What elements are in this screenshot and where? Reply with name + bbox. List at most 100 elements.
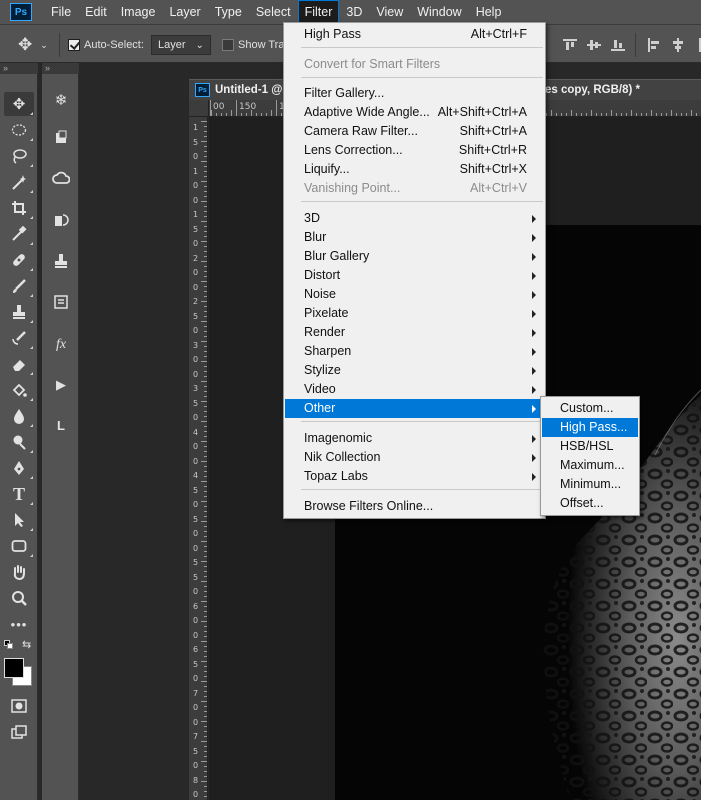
menu-select[interactable]: Select (249, 0, 298, 24)
history-brush-tool-icon[interactable] (4, 326, 34, 350)
healing-brush-tool-icon[interactable] (4, 248, 34, 272)
pen-tool-icon[interactable] (4, 456, 34, 480)
align-right-icon[interactable] (694, 38, 701, 52)
ruler-minor-tick (204, 186, 207, 187)
ruler-origin[interactable] (189, 100, 209, 117)
vertical-ruler[interactable]: 1 5 0 1 0 0 1 5 0 2 0 0 2 5 0 3 0 0 3 5 0 4 0 0 4 5 0 5 0 0 5 5 0 6 0 0 6 5 0 7… (189, 117, 208, 800)
history-panel-icon[interactable] (48, 207, 74, 233)
screen-mode-icon[interactable] (4, 720, 34, 744)
ruler-minor-tick (204, 471, 207, 472)
menu-layer[interactable]: Layer (162, 0, 207, 24)
other-submenu-item-custom[interactable]: Custom... (542, 399, 638, 418)
menu-view[interactable]: View (369, 0, 410, 24)
align-horizontal-center-icon[interactable] (671, 38, 685, 52)
panel-collapse-handle[interactable]: » (42, 63, 79, 74)
filter-menu-item-lens-correction[interactable]: Lens Correction... Shift+Ctrl+R (285, 141, 544, 160)
filter-menu-item-nik-collection[interactable]: Nik Collection (285, 448, 544, 467)
photoshop-document-icon: Ps (195, 83, 210, 97)
menu-3d[interactable]: 3D (339, 0, 369, 24)
ruler-label: 0 (193, 369, 199, 379)
filter-menu-item-camera-raw-filter[interactable]: Camera Raw Filter... Shift+Ctrl+A (285, 122, 544, 141)
auto-select-target-dropdown[interactable]: Layer ⌄ (151, 35, 211, 55)
path-selection-tool-icon[interactable] (4, 508, 34, 532)
toolbar-collapse-handle[interactable]: » (0, 63, 38, 74)
ruler-minor-tick (201, 161, 207, 162)
ruler-label: 5 (193, 224, 199, 234)
crop-tool-icon[interactable] (4, 196, 34, 220)
filter-menu-item-video[interactable]: Video (285, 380, 544, 399)
foreground-color-swatch[interactable] (4, 658, 24, 678)
other-submenu-item-hsb-hsl[interactable]: HSB/HSL (542, 437, 638, 456)
menu-help[interactable]: Help (469, 0, 509, 24)
ruler-label: 1 (193, 166, 199, 176)
dodge-tool-icon[interactable] (4, 430, 34, 454)
menu-type[interactable]: Type (208, 0, 249, 24)
menu-filter[interactable]: Filter (297, 0, 340, 24)
filter-menu-item-imagenomic[interactable]: Imagenomic (285, 429, 544, 448)
ruler-minor-tick (281, 113, 282, 116)
align-left-icon[interactable] (647, 38, 661, 52)
ruler-minor-tick (204, 256, 207, 257)
align-top-icon[interactable] (563, 38, 577, 52)
filter-menu-item-high-pass[interactable]: High Pass Alt+Ctrl+F (285, 25, 544, 44)
align-vertical-center-icon[interactable] (587, 38, 601, 52)
filter-menu-item-adaptive-wide-angle[interactable]: Adaptive Wide Angle... Alt+Shift+Ctrl+A (285, 103, 544, 122)
filter-menu-item-pixelate[interactable]: Pixelate (285, 304, 544, 323)
paint-bucket-tool-icon[interactable] (4, 378, 34, 402)
other-submenu-item-maximum[interactable]: Maximum... (542, 456, 638, 475)
move-tool-preset-icon[interactable]: ✥ ⌄ (18, 35, 48, 55)
eyedropper-tool-icon[interactable] (4, 222, 34, 246)
filter-menu-item-filter-gallery[interactable]: Filter Gallery... (285, 84, 544, 103)
quick-mask-icon[interactable] (4, 694, 34, 718)
clone-stamp-tool-icon[interactable] (4, 300, 34, 324)
filter-menu-item-render[interactable]: Render (285, 323, 544, 342)
menu-window[interactable]: Window (410, 0, 468, 24)
marquee-tool-icon[interactable] (4, 118, 34, 142)
device-preview-icon[interactable] (48, 125, 74, 151)
hand-tool-icon[interactable] (4, 560, 34, 584)
filter-menu-item-browse-filters-online[interactable]: Browse Filters Online... (285, 497, 544, 516)
layer-comps-panel-icon[interactable]: L (48, 412, 74, 438)
snowflake-panel-icon[interactable]: ❄ (48, 87, 74, 113)
filter-menu-item-stylize[interactable]: Stylize (285, 361, 544, 380)
other-submenu-item-high-pass[interactable]: High Pass... (542, 418, 638, 437)
filter-menu-item-sharpen[interactable]: Sharpen (285, 342, 544, 361)
filter-menu-item-blur-gallery[interactable]: Blur Gallery (285, 247, 544, 266)
filter-menu-item-noise[interactable]: Noise (285, 285, 544, 304)
show-transform-checkbox[interactable]: Show Tran (222, 35, 291, 55)
styles-fx-panel-icon[interactable]: fx (48, 332, 74, 358)
menu-edit[interactable]: Edit (78, 0, 114, 24)
creative-cloud-libraries-icon[interactable] (48, 165, 74, 191)
zoom-tool-icon[interactable] (4, 586, 34, 610)
magic-wand-tool-icon[interactable] (4, 170, 34, 194)
menu-file[interactable]: File (44, 0, 78, 24)
filter-menu-item-other[interactable]: Other (285, 399, 544, 418)
more-tools-icon[interactable]: ••• (4, 612, 34, 636)
submenu-arrow-icon (532, 215, 536, 223)
ruler-minor-tick (201, 581, 207, 582)
filter-menu-item-3d[interactable]: 3D (285, 209, 544, 228)
rectangle-tool-icon[interactable] (4, 534, 34, 558)
photoshop-logo-icon[interactable]: Ps (10, 3, 32, 21)
align-bottom-icon[interactable] (611, 38, 625, 52)
blur-tool-icon[interactable] (4, 404, 34, 428)
eraser-tool-icon[interactable] (4, 352, 34, 376)
auto-select-checkbox[interactable]: Auto-Select: (68, 35, 144, 55)
other-submenu-item-minimum[interactable]: Minimum... (542, 475, 638, 494)
move-tool-icon[interactable]: ✥ (4, 92, 34, 116)
menu-image[interactable]: Image (114, 0, 163, 24)
filter-menu-item-blur[interactable]: Blur (285, 228, 544, 247)
filter-menu-item-topaz-labs[interactable]: Topaz Labs (285, 467, 544, 486)
ruler-label: 0 (193, 413, 199, 422)
swap-colors-icon[interactable]: ⇆ (22, 638, 31, 651)
filter-menu-item-distort[interactable]: Distort (285, 266, 544, 285)
other-submenu-item-offset[interactable]: Offset... (542, 494, 638, 513)
lasso-tool-icon[interactable] (4, 144, 34, 168)
default-colors-icon[interactable] (4, 640, 14, 649)
stamp-panel-icon[interactable] (48, 248, 74, 274)
actions-play-icon[interactable]: ▶ (48, 372, 74, 398)
filter-menu-item-liquify[interactable]: Liquify... Shift+Ctrl+X (285, 160, 544, 179)
brush-tool-icon[interactable] (4, 274, 34, 298)
type-tool-icon[interactable]: T (4, 482, 34, 506)
properties-panel-icon[interactable] (48, 289, 74, 315)
